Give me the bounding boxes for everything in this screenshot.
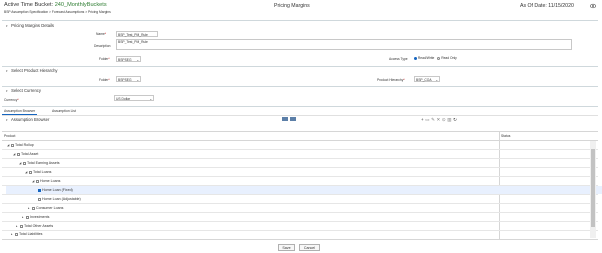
row-checkbox[interactable]: [36, 179, 39, 183]
header: Active Time Bucket: 240_MonthlyBuckets B…: [0, 0, 602, 18]
collapse-icon[interactable]: ▾: [6, 89, 10, 93]
product-hierarchy-select[interactable]: BSP_COA ⌄: [414, 76, 440, 82]
read-write-label: Read/Write: [417, 56, 435, 60]
scrollbar-thumb[interactable]: [591, 149, 595, 227]
tab-assumption-list[interactable]: Assumption List: [50, 107, 78, 115]
grid-view-button[interactable]: [290, 117, 296, 121]
breadcrumb: BSP Assumption Specification > Forecast …: [4, 10, 111, 14]
save-button[interactable]: Save: [278, 244, 295, 251]
tree-row[interactable]: ▸ Investments: [6, 213, 602, 221]
refresh-icon[interactable]: ↻: [453, 117, 458, 122]
chevron-down-icon: ⌄: [136, 58, 139, 62]
description-field[interactable]: BSP_Test_PM_Rule: [116, 39, 572, 50]
read-only-label: Read Only: [441, 56, 457, 60]
row-checkbox[interactable]: [11, 143, 14, 147]
bucket-prefix: Active Time Bucket:: [4, 2, 54, 8]
tree-row[interactable]: ◢ Total Earning Assets: [6, 159, 602, 167]
cancel-button[interactable]: Cancel: [299, 244, 320, 251]
view-icon[interactable]: [590, 3, 596, 9]
tree-row[interactable]: ▸ Consumer Loans: [6, 204, 602, 212]
tree-row[interactable]: ▸ Total Liabilities: [6, 230, 602, 238]
row-checkbox[interactable]: [29, 170, 32, 174]
access-type-radio-group: Read/Write Read Only: [414, 56, 457, 60]
bucket-name[interactable]: 240_MonthlyBuckets: [55, 2, 107, 8]
read-write-radio[interactable]: [414, 56, 417, 60]
tree-view-button[interactable]: [282, 117, 288, 121]
collapse-icon[interactable]: ▾: [6, 118, 10, 122]
active-time-bucket: Active Time Bucket: 240_MonthlyBuckets: [4, 2, 107, 8]
row-checkbox[interactable]: [15, 232, 18, 236]
tree-scrollbar[interactable]: [590, 141, 596, 238]
tree-row[interactable]: ◢ Total Loans: [6, 168, 602, 176]
name-label: Name*: [96, 32, 107, 36]
collapse-icon[interactable]: ▾: [6, 24, 10, 28]
hierarchy-section-title[interactable]: ▾ Select Product Hierarchy: [6, 68, 58, 73]
collapse-icon[interactable]: ▾: [6, 69, 10, 73]
product-hierarchy-label: Product Hierarchy*: [377, 78, 405, 82]
row-checkbox[interactable]: [17, 152, 20, 156]
chevron-down-icon: ⌄: [136, 78, 139, 82]
access-type-label: Access Type: [389, 57, 408, 61]
tree-row-selected[interactable]: Home Loan (Fixed): [6, 186, 602, 194]
tree-row[interactable]: Home Loan (Adjustable): [6, 195, 602, 203]
description-label: Description: [94, 44, 111, 48]
tree-row[interactable]: ◢ Home Loans: [6, 177, 602, 185]
row-checkbox[interactable]: [20, 224, 23, 228]
read-only-radio[interactable]: [437, 56, 441, 60]
chevron-down-icon: ⌄: [435, 78, 438, 82]
browser-section-title[interactable]: ▾ Assumption Browser: [6, 117, 49, 122]
row-checkbox[interactable]: [38, 197, 41, 201]
row-checkbox[interactable]: [26, 215, 29, 219]
row-checkbox-checked[interactable]: [38, 188, 41, 192]
chevron-down-icon: ⌄: [149, 97, 152, 101]
tree-row[interactable]: ▸ Total Other Assets: [6, 222, 602, 230]
tree-row[interactable]: ◢ Total Rollup: [6, 141, 599, 149]
folder-select[interactable]: BSPSEG ⌄: [116, 56, 141, 62]
row-checkbox[interactable]: [32, 206, 35, 210]
row-checkbox[interactable]: [23, 161, 26, 165]
currency-section-title[interactable]: ▾ Select Currency: [6, 88, 41, 93]
tab-assumption-browser[interactable]: Assumption Browser: [2, 107, 38, 115]
folder-label: Folder*: [99, 57, 110, 61]
column-header-product[interactable]: Product: [4, 134, 15, 138]
page-title: Pricing Margins: [274, 3, 310, 9]
currency-select[interactable]: US Dollar ⌄: [114, 95, 154, 101]
hierarchy-folder-label: Folder*: [99, 78, 110, 82]
currency-label: Currency*: [4, 98, 19, 102]
details-section-title[interactable]: ▾ Pricing Margins Details: [6, 23, 54, 28]
view-toggle-group: [282, 117, 296, 122]
column-header-status[interactable]: Status: [501, 134, 510, 138]
name-field[interactable]: BSP_Test_PM_Rule: [116, 31, 158, 37]
hierarchy-folder-select[interactable]: BSPSEG ⌄: [116, 76, 141, 82]
as-of-date: As Of Date: 11/15/2020: [520, 3, 574, 9]
tree-row[interactable]: ◢ Total Asset: [6, 150, 602, 158]
browser-toolbar: +▭✎✕⊙▥↻: [421, 117, 458, 123]
